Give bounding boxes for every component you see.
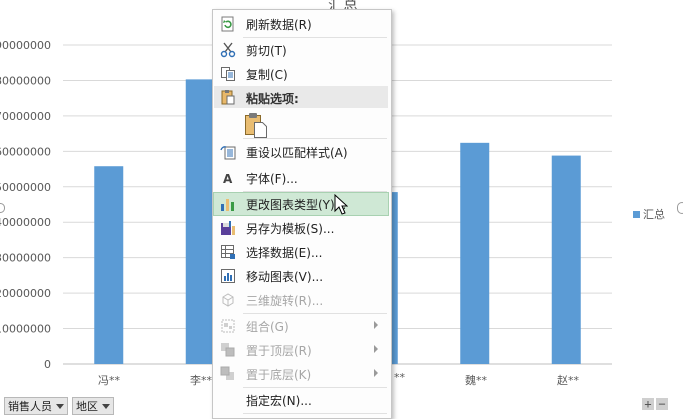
save-template-icon xyxy=(221,221,235,235)
menu-separator xyxy=(243,387,387,388)
y-tick-label: 30000000 xyxy=(0,252,51,265)
refresh-icon xyxy=(221,16,234,32)
scissors-icon xyxy=(220,42,236,58)
dropdown-arrow-icon xyxy=(102,403,110,409)
clipboard-icon xyxy=(221,90,235,105)
bar-chart-icon xyxy=(221,199,234,211)
paste-options-header: 粘贴选项: xyxy=(214,86,388,108)
font-icon: A xyxy=(223,172,233,186)
mouse-cursor-icon xyxy=(334,194,348,215)
collapse-field-button[interactable]: − xyxy=(656,398,668,410)
group-icon xyxy=(221,319,235,333)
menu-item-label: 选择数据(E)... xyxy=(246,246,323,260)
menu-item-label: 组合(G) xyxy=(246,320,289,334)
menu-item-label: 重设以匹配样式(A) xyxy=(246,146,348,160)
menu-item-label: 更改图表类型(Y)... xyxy=(246,198,347,212)
menu-item-refresh[interactable]: 刷新数据(R) xyxy=(214,13,388,35)
filter-label: 地区 xyxy=(76,400,98,413)
select-data-icon xyxy=(221,245,235,259)
menu-item-label: 置于底层(K) xyxy=(246,368,312,382)
y-tick-label: 80000000 xyxy=(0,74,51,87)
menu-item-label: 三维旋转(R)... xyxy=(246,294,324,308)
menu-item-move-chart[interactable]: 移动图表(V)... xyxy=(214,265,388,287)
menu-item-save-template[interactable]: 另存为模板(S)... xyxy=(214,217,388,239)
menu-item-font[interactable]: A 字体(F)... xyxy=(214,167,388,189)
x-tick-label: 李** xyxy=(190,373,212,387)
send-back-icon xyxy=(220,366,234,380)
menu-item-group: 组合(G) xyxy=(214,315,388,337)
submenu-arrow-icon xyxy=(374,345,378,353)
x-tick-label: ** xyxy=(394,371,406,384)
menu-item-label: 另存为模板(S)... xyxy=(246,222,335,236)
menu-separator xyxy=(243,413,387,414)
menu-item-reset-style[interactable]: 重设以匹配样式(A) xyxy=(214,141,388,163)
expand-field-button[interactable]: + xyxy=(642,398,654,410)
rotate-3d-icon xyxy=(222,293,234,307)
y-tick-label: 70000000 xyxy=(0,110,51,123)
bar[interactable] xyxy=(185,79,215,365)
x-tick-label: 冯** xyxy=(98,374,120,387)
menu-item-select-data[interactable]: 选择数据(E)... xyxy=(214,241,388,263)
bring-front-icon xyxy=(221,343,235,357)
menu-item-label: 指定宏(N)... xyxy=(246,394,312,408)
y-tick-label: 60000000 xyxy=(0,145,51,158)
menu-item-assign-macro[interactable]: 指定宏(N)... xyxy=(214,389,388,411)
menu-item-label: 字体(F)... xyxy=(246,172,298,186)
y-tick-label: 40000000 xyxy=(0,216,51,229)
dropdown-arrow-icon xyxy=(56,403,64,409)
expand-collapse-buttons: + − xyxy=(642,398,668,410)
menu-item-change-chart-type[interactable]: 更改图表类型(Y)... xyxy=(213,192,389,216)
region-filter-button[interactable]: 地区 xyxy=(72,397,114,415)
legend-swatch xyxy=(633,210,640,218)
context-menu: 刷新数据(R) 剪切(T) 复制(C) 粘贴选项: 重设以匹配样式(A) A 字… xyxy=(212,9,392,419)
menu-separator xyxy=(243,138,387,139)
y-tick-label: 50000000 xyxy=(0,181,51,194)
y-tick-label: 10000000 xyxy=(0,323,51,336)
menu-item-cut[interactable]: 剪切(T) xyxy=(214,39,388,61)
pivot-field-buttons: 销售人员 地区 xyxy=(4,397,114,415)
paste-icon[interactable] xyxy=(244,112,268,138)
y-tick-label: 20000000 xyxy=(0,287,51,300)
salesperson-filter-button[interactable]: 销售人员 xyxy=(4,397,68,415)
svg-text:A: A xyxy=(223,172,233,186)
section-label: 粘贴选项: xyxy=(246,92,299,106)
resize-handle-right[interactable] xyxy=(677,202,683,214)
chart-legend[interactable]: 汇总 xyxy=(633,206,665,222)
y-axis: 0 10000000 20000000 30000000 40000000 5000000… xyxy=(0,39,51,371)
menu-item-rotate-3d: 三维旋转(R)... xyxy=(214,289,388,311)
x-tick-label: 赵** xyxy=(557,373,579,387)
menu-item-send-back: 置于底层(K) xyxy=(214,363,388,385)
submenu-arrow-icon xyxy=(374,369,378,377)
bar[interactable] xyxy=(94,166,124,364)
menu-separator xyxy=(243,191,387,192)
reset-style-icon xyxy=(220,146,236,160)
menu-item-label: 移动图表(V)... xyxy=(246,270,324,284)
menu-item-copy[interactable]: 复制(C) xyxy=(214,63,388,85)
submenu-arrow-icon xyxy=(374,321,378,329)
y-tick-label: 90000000 xyxy=(0,39,51,52)
legend-label: 汇总 xyxy=(643,208,665,221)
menu-item-label: 复制(C) xyxy=(246,68,288,82)
menu-item-label: 剪切(T) xyxy=(246,44,287,58)
move-chart-icon xyxy=(221,269,235,283)
bar[interactable] xyxy=(460,142,490,364)
menu-separator xyxy=(243,313,387,314)
y-tick-label: 0 xyxy=(44,358,51,371)
copy-icon xyxy=(221,67,235,81)
bar[interactable] xyxy=(551,155,581,364)
menu-item-bring-front: 置于顶层(R) xyxy=(214,339,388,361)
x-tick-label: 魏** xyxy=(465,373,487,387)
filter-label: 销售人员 xyxy=(8,400,52,413)
menu-separator xyxy=(243,37,387,38)
menu-item-label: 置于顶层(R) xyxy=(246,344,312,358)
menu-item-label: 刷新数据(R) xyxy=(246,18,312,32)
